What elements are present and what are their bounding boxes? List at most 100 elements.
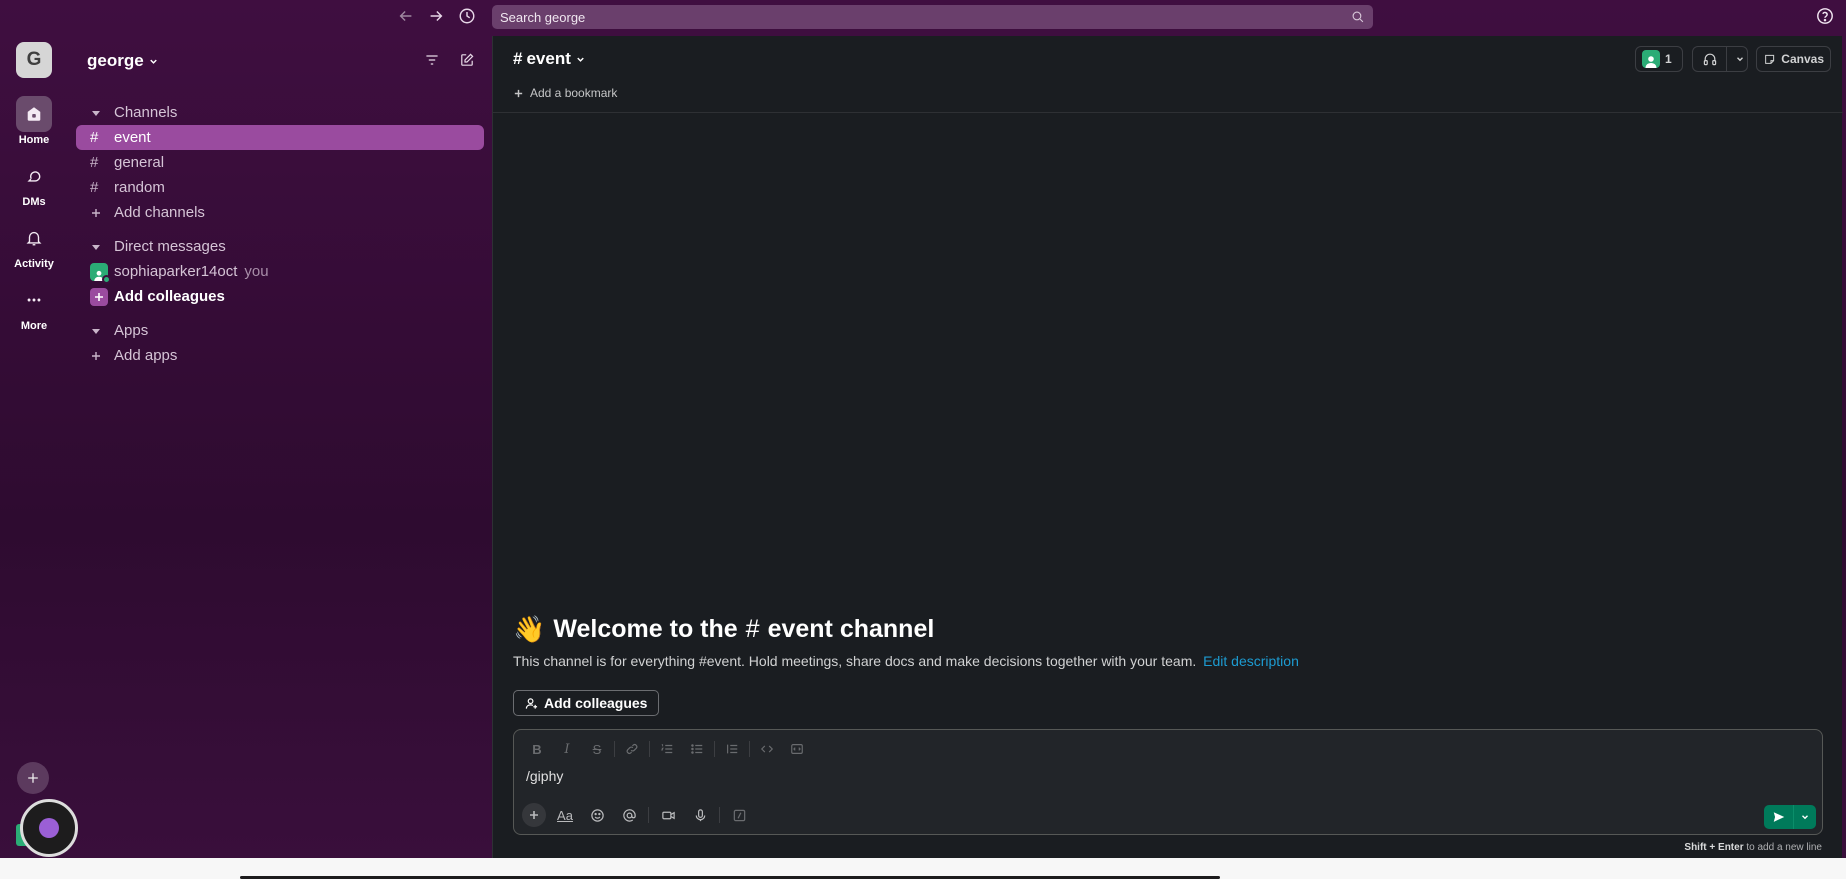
channels-section-toggle[interactable]: Channels: [76, 100, 484, 125]
add-person-icon: [525, 697, 538, 709]
edit-description-link[interactable]: Edit description: [1203, 653, 1299, 669]
blockquote-button[interactable]: [717, 738, 747, 760]
add-bookmark-label: Add a bookmark: [530, 86, 618, 100]
slash-command-icon: [733, 809, 745, 821]
shortcuts-button[interactable]: [724, 802, 754, 828]
plus-icon: [92, 208, 100, 217]
message-input[interactable]: /giphy: [526, 768, 563, 784]
bold-button[interactable]: B: [522, 738, 552, 760]
forward-button[interactable]: [425, 5, 447, 27]
wave-emoji-icon: 👋: [513, 614, 546, 644]
code-block-button[interactable]: [782, 738, 812, 760]
add-apps-button[interactable]: Add apps: [76, 343, 484, 368]
italic-button[interactable]: I: [552, 738, 582, 760]
hash-icon: #: [513, 49, 523, 68]
toolbar-separator: [749, 741, 750, 757]
welcome-channel: event channel: [767, 615, 935, 643]
sidebar-item-event[interactable]: # event: [76, 125, 484, 150]
schedule-send-button[interactable]: [1794, 812, 1816, 822]
bullet-list-button[interactable]: [682, 738, 712, 760]
filter-button[interactable]: [420, 48, 444, 72]
rail-item-home[interactable]: Home: [4, 96, 64, 146]
canvas-label: Canvas: [1781, 52, 1824, 66]
video-icon: [661, 811, 675, 819]
channel-label: event: [114, 129, 151, 146]
workspace-name-button[interactable]: george: [87, 48, 159, 74]
add-bookmark-button[interactable]: Add a bookmark: [513, 86, 617, 100]
ordered-list-button[interactable]: [652, 738, 682, 760]
add-channels-button[interactable]: Add channels: [76, 200, 484, 225]
hint-key: Shift + Enter: [1684, 842, 1744, 853]
apps-section-toggle[interactable]: Apps: [76, 318, 484, 343]
chevron-down-icon: [1736, 57, 1743, 62]
huddle-start[interactable]: [1693, 47, 1727, 71]
strikethrough-button[interactable]: S: [582, 738, 612, 760]
avatar-dot: [39, 818, 59, 838]
huddle-options[interactable]: [1732, 54, 1747, 64]
huddle-button[interactable]: [1692, 46, 1748, 72]
person-icon: [1645, 56, 1657, 68]
members-button[interactable]: 1: [1635, 46, 1683, 72]
code-button[interactable]: [752, 738, 782, 760]
headphones-icon: [1703, 53, 1716, 66]
add-colleagues-sidebar-button[interactable]: Add colleagues: [76, 284, 484, 309]
toolbar-separator: [714, 741, 715, 757]
sidebar-item-dm-sophiaparker14oct[interactable]: sophiaparker14oct you: [76, 259, 484, 284]
add-colleagues-label: Add colleagues: [114, 288, 225, 305]
home-icon: [27, 107, 41, 121]
video-clip-button[interactable]: [653, 802, 683, 828]
formatting-toggle-button[interactable]: Aa: [550, 802, 580, 828]
rail-label-dms: DMs: [22, 196, 46, 208]
presence-dot: [102, 274, 111, 284]
channel-name-button[interactable]: # event: [513, 46, 586, 72]
toolbar-separator: [614, 741, 615, 757]
bold-icon: B: [532, 741, 542, 757]
plus-icon: [514, 89, 523, 97]
emoji-icon: [590, 808, 604, 822]
add-colleagues-btn-label: Add colleagues: [544, 695, 648, 711]
history-button[interactable]: [456, 5, 478, 27]
code-icon: [760, 745, 774, 753]
add-colleagues-button[interactable]: Add colleagues: [513, 690, 660, 716]
mention-button[interactable]: [614, 802, 644, 828]
toolbar-separator: [648, 807, 649, 823]
rail-item-activity[interactable]: Activity: [4, 220, 64, 270]
channels-section-title: Channels: [114, 104, 178, 121]
search-input[interactable]: Search george: [492, 5, 1373, 29]
attach-button[interactable]: [522, 803, 546, 827]
sidebar-item-random[interactable]: # random: [76, 175, 484, 200]
link-icon: [626, 744, 638, 754]
workspace-rail: G Home DMs Activity More: [0, 32, 78, 879]
at-sign-icon: [622, 808, 636, 822]
rail-item-dms[interactable]: DMs: [4, 158, 64, 208]
link-button[interactable]: [617, 738, 647, 760]
hash-icon: #: [90, 129, 99, 146]
channel-title: event: [526, 49, 571, 68]
dms-section-toggle[interactable]: Direct messages: [76, 234, 484, 259]
arrow-right-icon: [430, 10, 443, 22]
apps-section-title: Apps: [114, 322, 149, 339]
text-format-icon: Aa: [557, 807, 573, 823]
caret-down-icon: [92, 110, 100, 116]
workspace-avatar[interactable]: G: [16, 42, 52, 78]
caret-down-icon: [92, 244, 100, 250]
sidebar-item-general[interactable]: # general: [76, 150, 484, 175]
channel-sidebar: george Channels # event # general # rand…: [68, 36, 492, 858]
dms-section-title: Direct messages: [114, 238, 226, 255]
add-workspace-button[interactable]: [17, 762, 49, 794]
dms-icon: [27, 171, 41, 182]
emoji-button[interactable]: [582, 802, 612, 828]
add-apps-label: Add apps: [114, 347, 178, 364]
send-button[interactable]: [1764, 805, 1794, 829]
back-button[interactable]: [395, 5, 417, 27]
compose-button[interactable]: [455, 48, 479, 72]
rail-item-more[interactable]: More: [4, 282, 64, 332]
audio-clip-button[interactable]: [685, 802, 715, 828]
hint-text: to add a new line: [1746, 842, 1822, 853]
send-button-group: [1764, 805, 1816, 829]
welcome-description: This channel is for everything #event. H…: [513, 653, 1299, 669]
canvas-button[interactable]: Canvas: [1756, 46, 1831, 72]
help-button[interactable]: [1814, 5, 1836, 27]
rail-label-more: More: [20, 320, 48, 332]
rail-label-home: Home: [18, 134, 50, 146]
